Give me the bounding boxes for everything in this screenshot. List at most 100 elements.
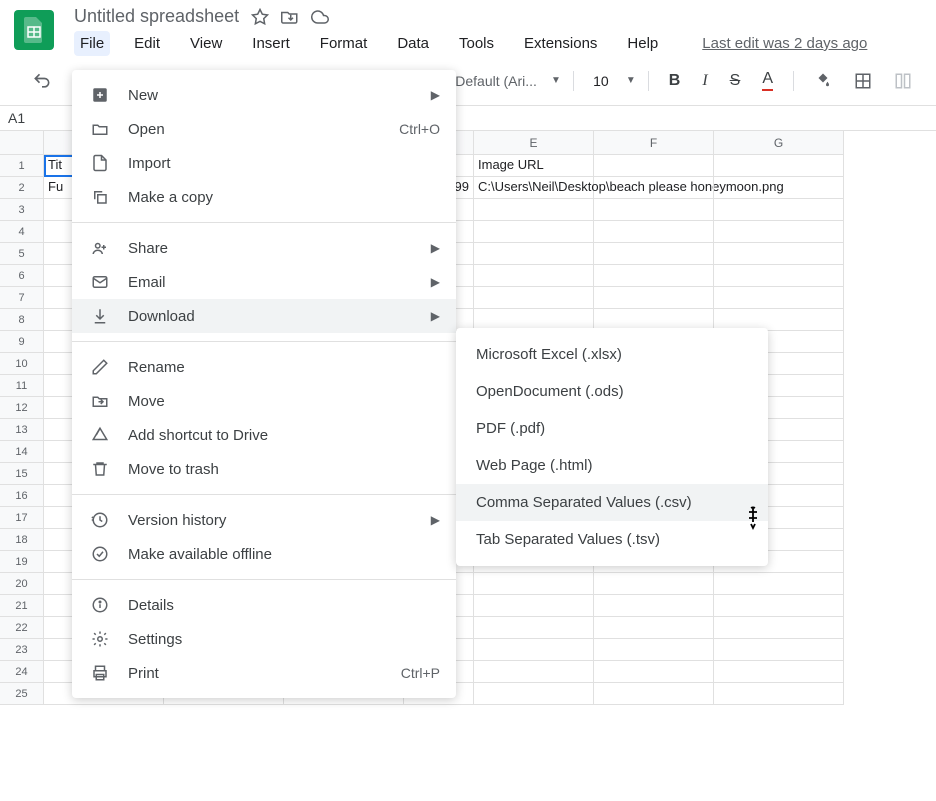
cell[interactable]: C:\Users\Neil\Desktop\beach please honey…: [474, 177, 594, 199]
menu-view[interactable]: View: [184, 31, 228, 56]
text-color-button[interactable]: A: [754, 66, 781, 95]
cell[interactable]: [474, 243, 594, 265]
menu-item-rename[interactable]: Rename: [72, 350, 456, 384]
menu-insert[interactable]: Insert: [246, 31, 296, 56]
row-header[interactable]: 9: [0, 331, 44, 353]
menu-extensions[interactable]: Extensions: [518, 31, 603, 56]
row-header[interactable]: 8: [0, 309, 44, 331]
cell[interactable]: [714, 595, 844, 617]
menu-item-share[interactable]: Share▶: [72, 231, 456, 265]
row-header[interactable]: 7: [0, 287, 44, 309]
chevron-down-icon[interactable]: ▼: [626, 75, 636, 86]
col-header-g[interactable]: G: [714, 131, 844, 155]
cell[interactable]: [714, 199, 844, 221]
last-edit-link[interactable]: Last edit was 2 days ago: [702, 35, 867, 52]
row-header[interactable]: 5: [0, 243, 44, 265]
menu-tools[interactable]: Tools: [453, 31, 500, 56]
cell[interactable]: [474, 265, 594, 287]
cell[interactable]: [714, 287, 844, 309]
undo-button[interactable]: [26, 67, 58, 95]
cell[interactable]: [474, 287, 594, 309]
row-header[interactable]: 16: [0, 485, 44, 507]
cell[interactable]: [594, 265, 714, 287]
cell[interactable]: [594, 595, 714, 617]
row-header[interactable]: 4: [0, 221, 44, 243]
row-header[interactable]: 15: [0, 463, 44, 485]
cell[interactable]: [594, 617, 714, 639]
row-header[interactable]: 17: [0, 507, 44, 529]
cell[interactable]: [474, 595, 594, 617]
menu-format[interactable]: Format: [314, 31, 374, 56]
cell[interactable]: [594, 155, 714, 177]
cell[interactable]: [594, 287, 714, 309]
chevron-down-icon[interactable]: ▼: [551, 75, 561, 86]
cell[interactable]: [474, 221, 594, 243]
row-header[interactable]: 23: [0, 639, 44, 661]
submenu-item[interactable]: OpenDocument (.ods): [456, 373, 768, 410]
menu-item-make-a-copy[interactable]: Make a copy: [72, 180, 456, 214]
merge-cells-button[interactable]: [886, 68, 920, 94]
name-box[interactable]: A1: [0, 106, 50, 130]
row-header[interactable]: 25: [0, 683, 44, 705]
font-size-input[interactable]: 10: [586, 73, 616, 89]
menu-item-settings[interactable]: Settings: [72, 622, 456, 656]
row-header[interactable]: 1: [0, 155, 44, 177]
menu-data[interactable]: Data: [391, 31, 435, 56]
cell[interactable]: [594, 177, 714, 199]
row-header[interactable]: 6: [0, 265, 44, 287]
row-header[interactable]: 13: [0, 419, 44, 441]
row-header[interactable]: 18: [0, 529, 44, 551]
cell[interactable]: [714, 617, 844, 639]
font-family-select[interactable]: Default (Ari...: [451, 69, 541, 93]
menu-item-download[interactable]: Download▶: [72, 299, 456, 333]
cell[interactable]: [714, 573, 844, 595]
cell[interactable]: [594, 661, 714, 683]
cell[interactable]: [474, 683, 594, 705]
menu-item-add-shortcut-to-drive[interactable]: Add shortcut to Drive: [72, 418, 456, 452]
row-header[interactable]: 2: [0, 177, 44, 199]
menu-edit[interactable]: Edit: [128, 31, 166, 56]
menu-help[interactable]: Help: [621, 31, 664, 56]
row-header[interactable]: 12: [0, 397, 44, 419]
borders-button[interactable]: [846, 68, 880, 94]
sheets-logo[interactable]: [14, 10, 54, 50]
cell[interactable]: [474, 661, 594, 683]
submenu-item[interactable]: Tab Separated Values (.tsv): [456, 521, 768, 558]
cell[interactable]: [714, 683, 844, 705]
cell[interactable]: Image URL: [474, 155, 594, 177]
cell[interactable]: [714, 155, 844, 177]
cell[interactable]: [594, 243, 714, 265]
cell[interactable]: [594, 683, 714, 705]
cell[interactable]: [594, 221, 714, 243]
cell[interactable]: [714, 661, 844, 683]
italic-button[interactable]: I: [694, 68, 715, 94]
cell[interactable]: [594, 573, 714, 595]
submenu-item[interactable]: PDF (.pdf): [456, 410, 768, 447]
cell[interactable]: [714, 265, 844, 287]
menu-item-make-available-offline[interactable]: Make available offline: [72, 537, 456, 571]
select-all-corner[interactable]: [0, 131, 44, 155]
submenu-item[interactable]: Web Page (.html): [456, 447, 768, 484]
star-icon[interactable]: [251, 8, 269, 26]
row-header[interactable]: 21: [0, 595, 44, 617]
cell[interactable]: [474, 617, 594, 639]
cell[interactable]: [594, 639, 714, 661]
cell[interactable]: [714, 639, 844, 661]
document-title[interactable]: Untitled spreadsheet: [74, 6, 239, 27]
cell[interactable]: [714, 243, 844, 265]
menu-item-open[interactable]: OpenCtrl+O: [72, 112, 456, 146]
menu-item-details[interactable]: Details: [72, 588, 456, 622]
menu-item-print[interactable]: PrintCtrl+P: [72, 656, 456, 690]
cell[interactable]: [714, 177, 844, 199]
menu-item-move[interactable]: Move: [72, 384, 456, 418]
menu-item-import[interactable]: Import: [72, 146, 456, 180]
col-header-e[interactable]: E: [474, 131, 594, 155]
menu-item-email[interactable]: Email▶: [72, 265, 456, 299]
col-header-f[interactable]: F: [594, 131, 714, 155]
cell[interactable]: [594, 199, 714, 221]
cell[interactable]: [474, 639, 594, 661]
move-to-folder-icon[interactable]: [281, 8, 299, 26]
row-header[interactable]: 20: [0, 573, 44, 595]
row-header[interactable]: 24: [0, 661, 44, 683]
strikethrough-button[interactable]: S: [722, 68, 749, 94]
